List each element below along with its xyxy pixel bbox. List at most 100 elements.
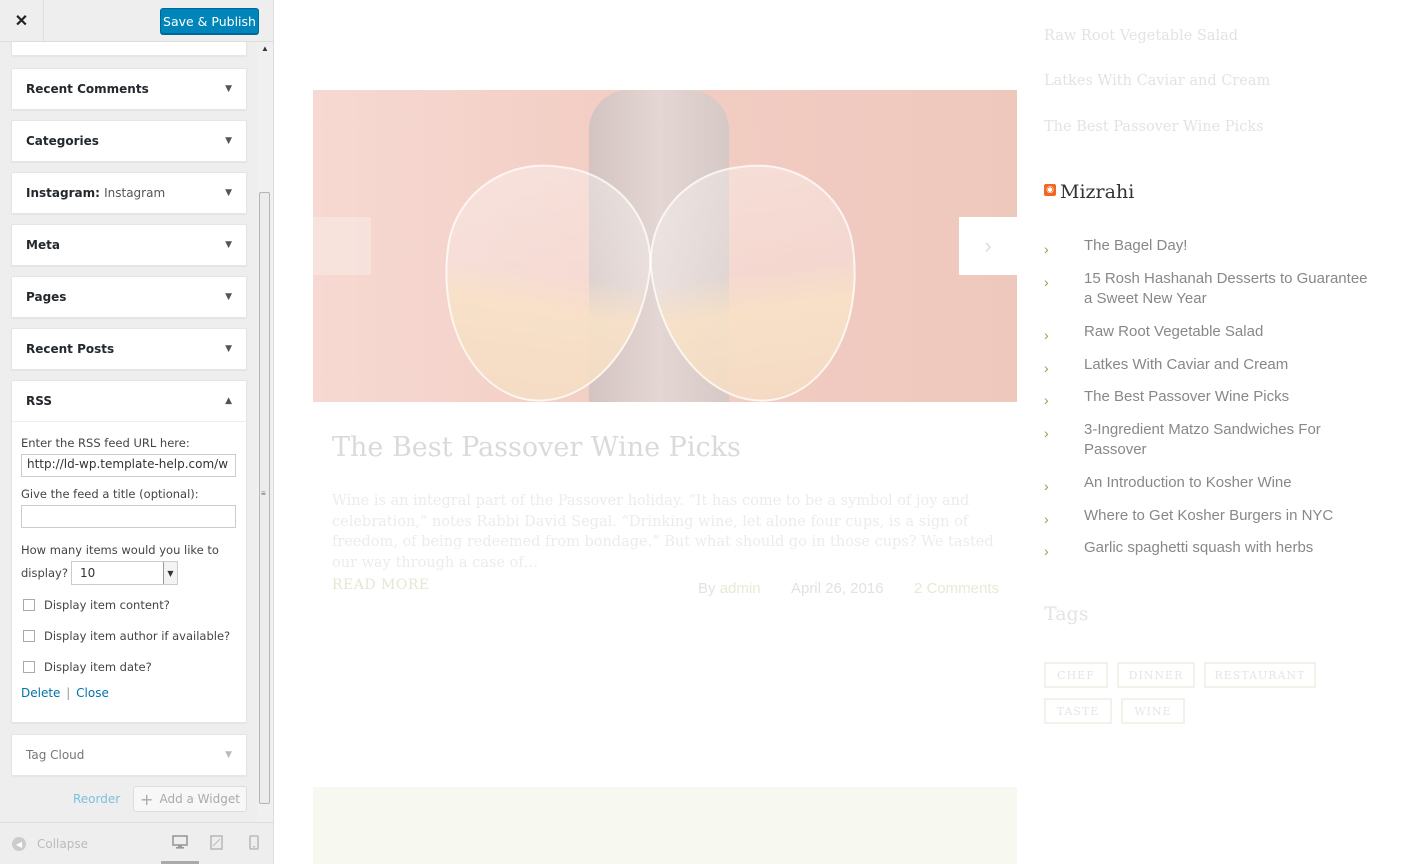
- meta-by-label: By: [698, 580, 716, 597]
- rss-item-link[interactable]: The Bagel Day!: [1084, 236, 1187, 259]
- rss-list-item[interactable]: › Raw Root Vegetable Salad: [1044, 322, 1374, 345]
- dropdown-arrow-icon[interactable]: ▼: [225, 344, 232, 354]
- rss-item-link[interactable]: 15 Rosh Hashanah Desserts to Guarantee a…: [1084, 269, 1374, 309]
- post-date: April 26, 2016: [790, 580, 884, 597]
- chevron-right-icon: ›: [1044, 360, 1049, 376]
- tag-chip[interactable]: RESTAURANT: [1204, 662, 1316, 688]
- rss-item-link[interactable]: 3-Ingredient Matzo Sandwiches For Passov…: [1084, 420, 1374, 460]
- add-widget-button[interactable]: + Add a Widget: [133, 786, 247, 812]
- widget-meta[interactable]: Meta ▼: [11, 224, 247, 266]
- chevron-right-icon: ›: [1044, 511, 1049, 527]
- dropdown-arrow-icon[interactable]: ▼: [225, 240, 232, 250]
- widget-categories[interactable]: Categories ▼: [11, 120, 247, 162]
- featured-image-slider: ‹ ›: [313, 90, 1017, 402]
- close-icon[interactable]: ✕: [0, 0, 44, 42]
- grip-icon: ≡: [261, 489, 266, 498]
- rss-title-label: Give the feed a title (optional):: [21, 487, 199, 501]
- chevron-right-icon: ›: [1044, 543, 1049, 559]
- tablet-icon[interactable]: [210, 835, 223, 854]
- add-widget-label: Add a Widget: [159, 792, 240, 806]
- tag-chip[interactable]: TASTE: [1044, 698, 1112, 724]
- rss-item-link[interactable]: An Introduction to Kosher Wine: [1084, 473, 1292, 496]
- display-date-checkbox[interactable]: [23, 660, 35, 673]
- widget-title: Recent Posts: [26, 342, 115, 356]
- comments-link[interactable]: 2 Comments: [914, 580, 999, 597]
- post-title[interactable]: The Best Passover Wine Picks: [332, 432, 741, 463]
- customizer-header: ✕ Save & Publish: [0, 0, 273, 42]
- widget-title-main: Instagram:: [26, 186, 100, 200]
- dropdown-arrow-icon[interactable]: ▼: [225, 188, 232, 198]
- widget-title-sub: Instagram: [104, 186, 166, 200]
- dropdown-arrow-icon[interactable]: ▼: [225, 292, 232, 302]
- rss-widget-title[interactable]: ◉ Mizrahi: [1044, 181, 1384, 203]
- scrollbar-thumb[interactable]: ≡: [259, 192, 270, 804]
- recent-post-link[interactable]: Latkes With Caviar and Cream: [1044, 73, 1270, 89]
- collapse-arrow-icon[interactable]: ▲: [225, 396, 232, 406]
- rss-list-item[interactable]: › 3-Ingredient Matzo Sandwiches For Passo…: [1044, 420, 1374, 460]
- rss-list-item[interactable]: › The Bagel Day!: [1044, 236, 1374, 259]
- rss-feed-icon[interactable]: ◉: [1044, 184, 1056, 196]
- recent-post-link[interactable]: The Best Passover Wine Picks: [1044, 119, 1264, 135]
- scroll-up-icon[interactable]: ▲: [261, 44, 269, 53]
- post-meta: By admin April 26, 2016 2 Comments: [698, 580, 999, 597]
- widget-pages[interactable]: Pages ▼: [11, 276, 247, 318]
- save-publish-button[interactable]: Save & Publish: [160, 8, 259, 34]
- widget-title: Tag Cloud: [26, 748, 85, 762]
- rss-url-input[interactable]: http://ld-wp.template-help.com/w: [21, 454, 236, 477]
- display-author-checkbox[interactable]: [23, 629, 35, 642]
- option-row: Display item author if available?: [21, 620, 237, 651]
- dropdown-arrow-icon[interactable]: ▼: [225, 136, 232, 146]
- dropdown-arrow-icon[interactable]: ▼: [225, 84, 232, 94]
- post-excerpt: Wine is an integral part of the Passover…: [332, 493, 994, 571]
- customizer-sidebar: ✕ Save & Publish Recent Comments ▼ Catego…: [0, 0, 274, 864]
- dropdown-arrow-icon[interactable]: ▼: [225, 750, 232, 760]
- desktop-icon[interactable]: [172, 835, 188, 854]
- chevron-down-icon[interactable]: ▼: [162, 562, 177, 584]
- widget-title: Recent Comments: [26, 82, 149, 96]
- widget-rss[interactable]: RSS ▲ Enter the RSS feed URL here: http:/…: [11, 380, 247, 723]
- items-count-select[interactable]: 10 ▼: [70, 561, 178, 585]
- rss-list-item[interactable]: › Garlic spaghetti squash with herbs: [1044, 538, 1374, 561]
- rss-title-input[interactable]: [21, 505, 236, 528]
- collapse-icon[interactable]: ◀: [12, 837, 26, 851]
- delete-link[interactable]: Delete: [21, 686, 60, 700]
- chevron-left-icon[interactable]: ‹: [313, 217, 371, 275]
- rss-list-item[interactable]: › 15 Rosh Hashanah Desserts to Guarantee …: [1044, 269, 1374, 309]
- rss-item-link[interactable]: Raw Root Vegetable Salad: [1084, 322, 1263, 345]
- recent-post-link[interactable]: Raw Root Vegetable Salad: [1044, 28, 1238, 44]
- widget-tag-cloud[interactable]: Tag Cloud ▼: [11, 734, 247, 776]
- plus-icon: +: [140, 789, 154, 809]
- scrollbar[interactable]: ▲ ≡: [257, 42, 273, 822]
- mobile-icon[interactable]: [249, 835, 259, 854]
- items-count-label-2: display?: [21, 566, 68, 580]
- read-more-link[interactable]: READ MORE: [332, 577, 430, 593]
- tag-chip[interactable]: WINE: [1121, 698, 1185, 724]
- author-link[interactable]: admin: [720, 580, 761, 597]
- customizer-footer: ◀ Collapse: [0, 822, 273, 864]
- widget-instagram[interactable]: Instagram: Instagram ▼: [11, 172, 247, 214]
- chevron-right-icon: ›: [1044, 425, 1049, 441]
- option-row: Display item date?: [21, 651, 237, 682]
- widget-recent-posts[interactable]: Recent Posts ▼: [11, 328, 247, 370]
- rss-item-link[interactable]: The Best Passover Wine Picks: [1084, 387, 1289, 410]
- rss-list-item[interactable]: › Latkes With Caviar and Cream: [1044, 355, 1374, 378]
- widget-title: Categories: [26, 134, 99, 148]
- tag-chip[interactable]: CHEF: [1044, 662, 1108, 688]
- rss-list-item[interactable]: › The Best Passover Wine Picks: [1044, 387, 1374, 410]
- rss-item-link[interactable]: Where to Get Kosher Burgers in NYC: [1084, 506, 1333, 529]
- close-link[interactable]: Close: [76, 686, 109, 700]
- rss-sidebar-widget: ◉ Mizrahi › The Bagel Day! › 15 Rosh Hasha…: [1044, 181, 1384, 559]
- collapse-label[interactable]: Collapse: [37, 837, 88, 851]
- widget-recent-comments[interactable]: Recent Comments ▼: [11, 68, 247, 110]
- rss-list-item[interactable]: › An Introduction to Kosher Wine: [1044, 473, 1374, 496]
- chevron-right-icon: ›: [1044, 274, 1049, 290]
- chevron-right-icon: ›: [1044, 327, 1049, 343]
- tag-chip[interactable]: DINNER: [1117, 662, 1195, 688]
- display-content-checkbox[interactable]: [23, 598, 35, 611]
- rss-list-item[interactable]: › Where to Get Kosher Burgers in NYC: [1044, 506, 1374, 529]
- rss-title-text: Mizrahi: [1060, 181, 1135, 203]
- rss-item-link[interactable]: Garlic spaghetti squash with herbs: [1084, 538, 1313, 561]
- chevron-right-icon[interactable]: ›: [959, 217, 1017, 275]
- reorder-link[interactable]: Reorder: [73, 792, 120, 806]
- rss-item-link[interactable]: Latkes With Caviar and Cream: [1084, 355, 1288, 378]
